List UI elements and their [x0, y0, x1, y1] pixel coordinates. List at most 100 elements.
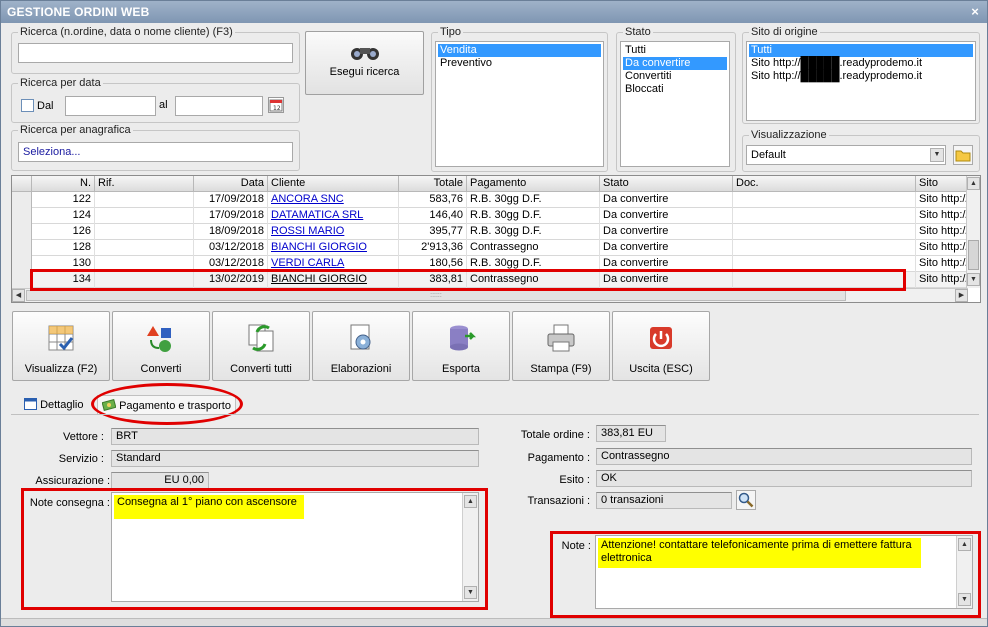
search-input[interactable] — [18, 43, 293, 63]
tipo-item-vendita[interactable]: Vendita — [438, 44, 601, 57]
col-header-totale[interactable]: Totale — [399, 176, 467, 192]
date-from-input[interactable] — [65, 96, 156, 116]
stato-item-tutti[interactable]: Tutti — [623, 44, 727, 57]
status-bar — [1, 618, 987, 626]
assicurazione-field: EU 0,00 — [111, 472, 209, 489]
convert-shapes-icon — [147, 326, 171, 352]
cell-doc — [733, 224, 916, 240]
tab-dettaglio-label: Dettaglio — [40, 399, 84, 411]
col-header-n[interactable]: N. — [32, 176, 95, 192]
date-search-group: Ricerca per data Dal al 12 — [11, 77, 300, 123]
close-icon[interactable]: × — [971, 4, 979, 19]
row-indicator — [12, 256, 32, 272]
scroll-left-icon[interactable]: ◀ — [12, 289, 25, 302]
table-row[interactable]: 126 18/09/2018 ROSSI MARIO 395,77 R.B. 3… — [12, 224, 968, 240]
tipo-list[interactable]: Vendita Preventivo — [435, 41, 604, 167]
cell-cliente-link[interactable]: ANCORA SNC — [271, 193, 344, 205]
stato-group: Stato Tutti Da convertire Convertiti Blo… — [616, 26, 736, 172]
cell-stato: Da convertire — [600, 240, 733, 256]
cell-cliente-link[interactable]: DATAMATICA SRL — [271, 209, 363, 221]
elaborazioni-button[interactable]: Elaborazioni — [312, 311, 410, 381]
col-header-cliente[interactable]: Cliente — [268, 176, 399, 192]
esporta-label: Esporta — [442, 363, 480, 375]
visualizza-button[interactable]: Visualizza (F2) — [12, 311, 110, 381]
col-header-pagamento[interactable]: Pagamento — [467, 176, 600, 192]
col-header-doc[interactable]: Doc. — [733, 176, 916, 192]
calendar-icon[interactable]: 12 — [268, 97, 284, 113]
cell-doc — [733, 208, 916, 224]
stato-item-bloccati[interactable]: Bloccati — [623, 83, 727, 96]
uscita-button[interactable]: Uscita (ESC) — [612, 311, 710, 381]
stato-list[interactable]: Tutti Da convertire Convertiti Bloccati — [620, 41, 730, 167]
cell-totale: 146,40 — [399, 208, 467, 224]
magnifier-icon[interactable] — [736, 490, 756, 510]
cell-rif — [95, 192, 194, 208]
uscita-label: Uscita (ESC) — [629, 363, 693, 375]
cell-sito: Sito http:// — [916, 208, 968, 224]
cell-n: 122 — [32, 192, 95, 208]
cell-cliente-link[interactable]: BIANCHI GIORGIO — [271, 241, 367, 253]
transazioni-field: 0 transazioni — [596, 492, 732, 509]
esporta-button[interactable]: Esporta — [412, 311, 510, 381]
run-search-button[interactable]: Esegui ricerca — [305, 31, 424, 95]
row-indicator — [12, 272, 32, 288]
sito-group: Sito di origine Tutti Sito http://█████.… — [742, 26, 980, 124]
scroll-thumb[interactable] — [968, 240, 979, 270]
cell-rif — [95, 208, 194, 224]
cell-pagamento: R.B. 30gg D.F. — [467, 192, 600, 208]
elaborazioni-label: Elaborazioni — [330, 363, 392, 375]
table-row[interactable]: 124 17/09/2018 DATAMATICA SRL 146,40 R.B… — [12, 208, 968, 224]
stato-title: Stato — [623, 26, 653, 38]
visualizzazione-group: Visualizzazione Default ▼ — [742, 129, 980, 172]
grid-vertical-scrollbar[interactable]: ▲ ▼ — [966, 176, 980, 288]
pagamento-field: Contrassegno — [596, 448, 972, 465]
cell-data: 17/09/2018 — [194, 208, 268, 224]
dal-checkbox[interactable] — [21, 99, 34, 112]
hscroll-thumb[interactable]: :::::: — [26, 290, 846, 301]
converti-label: Converti — [140, 363, 182, 375]
col-header-rif[interactable]: Rif. — [95, 176, 194, 192]
stampa-button[interactable]: Stampa (F9) — [512, 311, 610, 381]
cell-sito: Sito http:// — [916, 272, 968, 288]
folder-icon[interactable] — [953, 145, 973, 165]
title-bar: GESTIONE ORDINI WEB × — [1, 1, 987, 23]
cell-cliente-link[interactable]: VERDI CARLA — [271, 257, 344, 269]
converti-tutti-button[interactable]: Converti tutti — [212, 311, 310, 381]
scroll-up-icon[interactable]: ▲ — [967, 177, 980, 190]
tab-dettaglio[interactable]: Dettaglio — [20, 395, 87, 415]
al-label: al — [159, 99, 168, 111]
scroll-right-icon[interactable]: ▶ — [955, 289, 968, 302]
col-header-stato[interactable]: Stato — [600, 176, 733, 192]
sito-item-tutti[interactable]: Tutti — [749, 44, 973, 57]
processing-gear-icon — [350, 324, 371, 350]
sito-list[interactable]: Tutti Sito http://█████.readyprodemo.it … — [746, 41, 976, 121]
col-header-sito[interactable]: Sito — [916, 176, 968, 192]
anagrafica-input[interactable]: Seleziona... — [18, 142, 293, 162]
col-header-data[interactable]: Data — [194, 176, 268, 192]
scroll-down-icon[interactable]: ▼ — [967, 273, 980, 286]
row-indicator — [12, 224, 32, 240]
stato-item-da-convertire[interactable]: Da convertire — [623, 57, 727, 70]
binoculars-icon — [350, 48, 379, 60]
cell-rif — [95, 224, 194, 240]
cell-data: 03/12/2018 — [194, 240, 268, 256]
cell-cliente-link[interactable]: ROSSI MARIO — [271, 225, 344, 237]
grid-view-icon — [48, 325, 74, 351]
tipo-item-preventivo[interactable]: Preventivo — [438, 57, 601, 70]
cell-data: 17/09/2018 — [194, 192, 268, 208]
sito-item-2[interactable]: Sito http://█████.readyprodemo.it — [749, 70, 973, 83]
sito-title: Sito di origine — [749, 26, 820, 38]
table-row[interactable]: 128 03/12/2018 BIANCHI GIORGIO 2'913,36 … — [12, 240, 968, 256]
converti-button[interactable]: Converti — [112, 311, 210, 381]
cell-n: 128 — [32, 240, 95, 256]
sito-item-1[interactable]: Sito http://█████.readyprodemo.it — [749, 57, 973, 70]
date-to-input[interactable] — [175, 96, 263, 116]
cell-pagamento: R.B. 30gg D.F. — [467, 224, 600, 240]
table-row[interactable]: 122 17/09/2018 ANCORA SNC 583,76 R.B. 30… — [12, 192, 968, 208]
database-export-icon — [450, 325, 477, 351]
visualizzazione-select[interactable]: Default — [746, 145, 946, 165]
chevron-down-icon[interactable]: ▼ — [930, 148, 944, 162]
stampa-label: Stampa (F9) — [530, 363, 592, 375]
stato-item-convertiti[interactable]: Convertiti — [623, 70, 727, 83]
visualizzazione-title: Visualizzazione — [749, 129, 829, 141]
